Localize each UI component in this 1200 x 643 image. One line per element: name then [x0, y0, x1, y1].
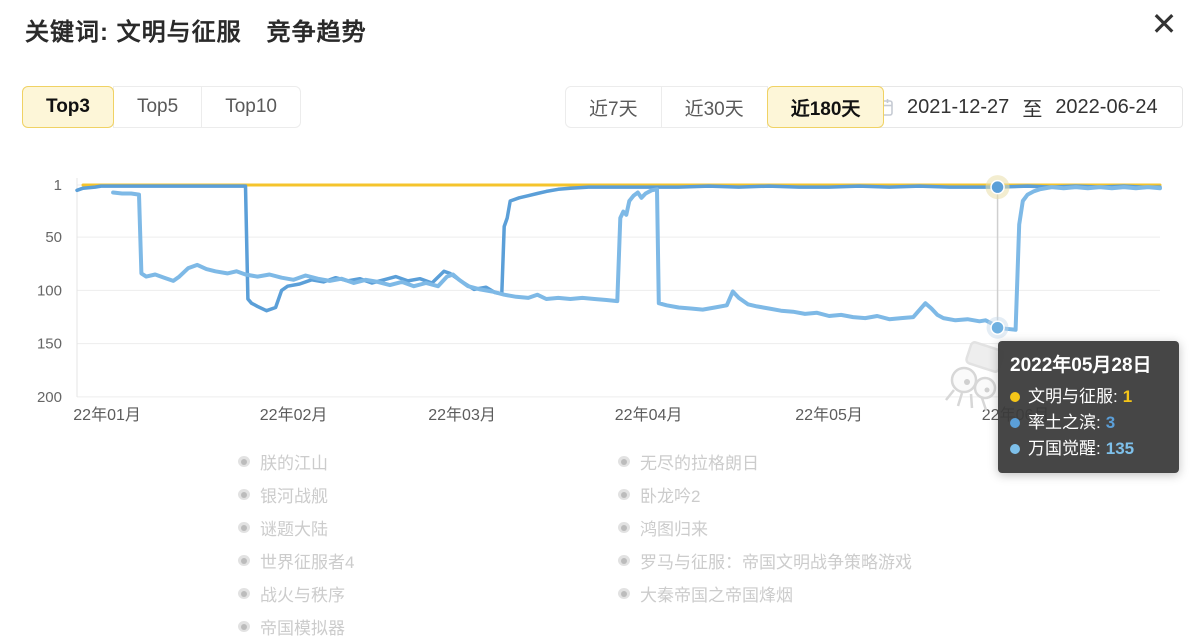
y-axis-tick-label: 150	[37, 336, 62, 353]
legend-bullet-icon	[618, 489, 630, 500]
tab-last-7-days[interactable]: 近7天	[565, 86, 662, 128]
hover-point-bottom[interactable]	[991, 321, 1004, 334]
x-axis-tick-label: 22年04月	[615, 406, 683, 424]
legend-item-label: 卧龙吟2	[640, 482, 700, 507]
legend-item[interactable]: 罗马与征服：帝国文明战争策略游戏	[618, 544, 912, 577]
tab-top10[interactable]: Top10	[201, 86, 301, 128]
date-range-separator: 至	[1022, 93, 1042, 122]
hover-point-top[interactable]	[991, 181, 1004, 194]
tooltip-series-dot-icon	[1010, 392, 1020, 402]
tooltip-series-name: 文明与征服:	[1028, 384, 1118, 410]
tooltip-series-value: 3	[1106, 410, 1115, 436]
legend-bullet-icon	[238, 621, 250, 632]
x-axis-tick-label: 22年01月	[73, 406, 141, 424]
chart-tooltip: 2022年05月28日 文明与征服:1率土之滨:3万国觉醒:135	[998, 341, 1179, 473]
legend-item[interactable]: 鸿图归来	[618, 511, 912, 544]
legend-bullet-icon	[238, 456, 250, 467]
legend-item-label: 谜题大陆	[260, 515, 328, 540]
legend-bullet-icon	[238, 522, 250, 533]
legend-item[interactable]: 谜题大陆	[238, 511, 354, 544]
legend-item[interactable]: 朕的江山	[238, 445, 354, 478]
legend-item-label: 罗马与征服：帝国文明战争策略游戏	[640, 548, 912, 573]
legend-bullet-icon	[618, 588, 630, 599]
legend-item[interactable]: 无尽的拉格朗日	[618, 445, 912, 478]
legend-bullet-icon	[238, 555, 250, 566]
legend-item-label: 银河战舰	[260, 482, 328, 507]
tab-last-180-days[interactable]: 近180天	[767, 86, 885, 128]
legend-column-left: 朕的江山银河战舰谜题大陆世界征服者4 战火与秩序帝国模拟器	[238, 445, 354, 643]
tooltip-date: 2022年05月28日	[1010, 350, 1167, 377]
legend-bullet-icon	[618, 522, 630, 533]
legend-item-label: 世界征服者4	[260, 548, 354, 573]
tab-last-30-days[interactable]: 近30天	[661, 86, 768, 128]
tooltip-row: 文明与征服:1	[1010, 384, 1167, 410]
tooltip-series-value: 135	[1106, 436, 1134, 462]
tooltip-series-dot-icon	[1010, 418, 1020, 428]
legend-item-label: 鸿图归来	[640, 515, 708, 540]
x-axis-tick-label: 22年05月	[795, 406, 863, 424]
date-range-start: 2021-12-27	[907, 96, 1009, 119]
legend-item[interactable]: 战火与秩序	[238, 577, 354, 610]
tooltip-row: 万国觉醒:135	[1010, 436, 1167, 462]
y-axis-tick-label: 50	[45, 229, 62, 246]
legend-item-label: 朕的江山	[260, 449, 328, 474]
tab-top5[interactable]: Top5	[113, 86, 202, 128]
tooltip-series-value: 1	[1123, 384, 1132, 410]
y-axis-tick-label: 1	[54, 177, 62, 194]
legend-bullet-icon	[618, 555, 630, 566]
close-icon[interactable]: ✕	[1144, 4, 1184, 44]
legend-bullet-icon	[238, 489, 250, 500]
y-axis-tick-label: 200	[37, 389, 62, 406]
legend-column-right: 无尽的拉格朗日卧龙吟2 鸿图归来罗马与征服：帝国文明战争策略游戏大秦帝国之帝国烽烟	[618, 445, 912, 610]
legend-item[interactable]: 卧龙吟2	[618, 478, 912, 511]
date-range-end: 2022-06-24	[1055, 96, 1157, 119]
legend-item-label: 无尽的拉格朗日	[640, 449, 759, 474]
legend-item[interactable]: 银河战舰	[238, 478, 354, 511]
tooltip-series-name: 万国觉醒:	[1028, 436, 1101, 462]
legend-item[interactable]: 世界征服者4	[238, 544, 354, 577]
legend-bullet-icon	[618, 456, 630, 467]
legend-item[interactable]: 大秦帝国之帝国烽烟	[618, 577, 912, 610]
legend-bullet-icon	[238, 588, 250, 599]
x-axis-tick-label: 22年03月	[428, 406, 496, 424]
page-title: 关键词: 文明与征服 竞争趋势	[25, 12, 367, 47]
legend-item-label: 战火与秩序	[260, 581, 345, 606]
legend-item-label: 大秦帝国之帝国烽烟	[640, 581, 793, 606]
topn-tab-group: Top3 Top5 Top10	[22, 86, 301, 128]
tooltip-series-name: 率土之滨:	[1028, 410, 1101, 436]
x-axis-tick-label: 22年02月	[260, 406, 328, 424]
tab-top3[interactable]: Top3	[22, 86, 114, 128]
time-range-tab-group: 近7天 近30天 近180天	[565, 86, 884, 128]
legend-item[interactable]: 帝国模拟器	[238, 610, 354, 643]
date-range-picker[interactable]: 2021-12-27 至 2022-06-24	[858, 86, 1183, 128]
y-axis-tick-label: 100	[37, 282, 62, 299]
tooltip-series-dot-icon	[1010, 444, 1020, 454]
tooltip-row: 率土之滨:3	[1010, 410, 1167, 436]
legend-item-label: 帝国模拟器	[260, 614, 345, 639]
